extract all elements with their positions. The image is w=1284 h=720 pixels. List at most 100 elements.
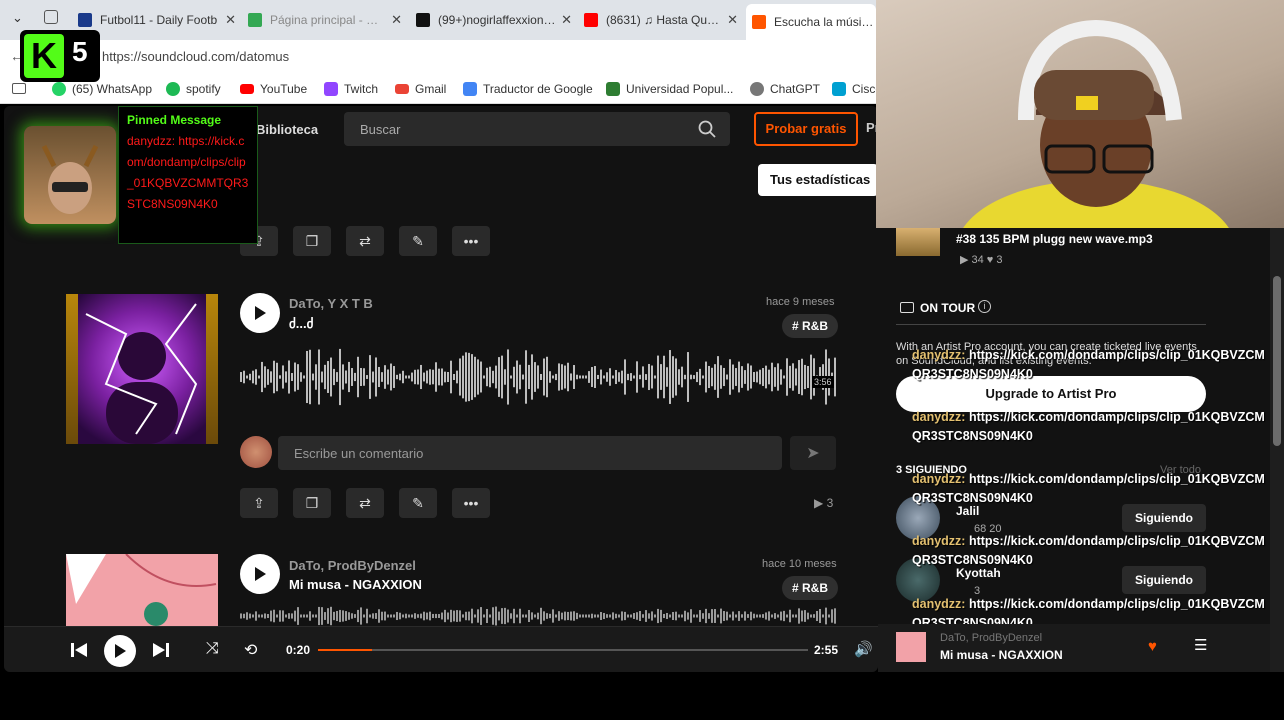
stats-popup[interactable]: Tus estadísticas [758,164,878,196]
waveform-bar [642,366,644,388]
repeat-icon[interactable]: ⟲ [244,640,257,660]
close-icon[interactable]: ✕ [557,12,572,28]
track-artwork[interactable] [66,554,218,634]
bookmark-whatsapp[interactable]: (65) WhatsApp [52,82,152,96]
waveform-bar [348,612,350,620]
play-button[interactable] [240,293,280,333]
copy-button[interactable]: ❐ [293,488,331,518]
copy-button[interactable]: ❐ [293,226,331,256]
tab-futbol11[interactable]: Futbol11 - Daily Footb ✕ [78,6,236,34]
bookmark-twitch[interactable]: Twitch [324,82,378,96]
waveform-bar [423,611,425,621]
track-artwork[interactable] [66,294,218,444]
track-artist[interactable]: DaTo, ProdByDenzel [289,558,416,573]
waveform-bar [264,366,266,388]
waveform-bar [819,608,821,624]
more-button[interactable]: ••• [452,488,490,518]
waveform-bar [591,367,593,387]
info-icon[interactable]: i [978,300,991,313]
waveform-bar [357,356,359,398]
now-playing-title[interactable]: Mi musa - NGAXXION [940,648,1063,662]
waveform-bar [339,348,341,406]
following-button[interactable]: Siguiendo [1122,504,1206,532]
waveform-bar [504,369,506,385]
bookmark-translate[interactable]: Traductor de Google [463,82,593,96]
track-title[interactable]: ძ...ძ [289,316,313,332]
waveform-bar [498,357,500,397]
play-button[interactable] [240,554,280,594]
waveform-bar [651,611,653,621]
tab-list-chevron-icon[interactable]: ⌄ [12,10,23,26]
tab-soundcloud[interactable]: Escucha la música de [746,4,876,40]
bookmark-university[interactable]: Universidad Popul... [606,82,733,96]
sidebar-track-title[interactable]: #38 135 BPM plugg new wave.mp3 [956,232,1153,246]
tab-youtube[interactable]: (8631) ♫ Hasta Que Te ✕ [584,6,738,34]
volume-icon[interactable]: 🔊 [854,640,873,658]
track-artist[interactable]: DaTo, Y X T B [289,296,373,311]
comment-input[interactable]: Escribe un comentario [278,436,782,470]
waveform-bar [774,613,776,619]
nav-library[interactable]: Biblioteca [256,122,318,137]
waveform-bar [276,362,278,392]
now-playing-artist[interactable]: DaTo, ProdByDenzel [940,632,1042,644]
waveform-bar [822,614,824,618]
waveform[interactable] [240,606,836,626]
waveform-bar [807,366,809,388]
following-button[interactable]: Siguiendo [1122,566,1206,594]
try-free-button[interactable]: Probar gratis [754,112,858,146]
bookmark-spotify[interactable]: spotify [166,82,221,96]
waveform-bar [765,612,767,620]
waveform-bar [696,614,698,618]
play-pause-button[interactable] [104,635,136,667]
waveform-bar [519,364,521,390]
tab-grid-icon[interactable] [44,10,58,24]
waveform-bar [267,369,269,385]
shuffle-icon[interactable]: ⤨ [206,640,219,658]
queue-icon[interactable]: ☰ [1194,636,1207,654]
repost-button[interactable]: ⇄ [346,226,384,256]
waveform-bar [540,373,542,381]
search-input[interactable]: Buscar [344,112,730,146]
edit-button[interactable]: ✎ [399,488,437,518]
waveform-bar [249,373,251,381]
repost-button[interactable]: ⇄ [346,488,384,518]
next-icon[interactable] [152,642,170,658]
send-comment-button[interactable]: ➤ [790,436,836,470]
waveform-bar [666,367,668,387]
sidebar-toggle-icon[interactable] [12,83,26,94]
waveform-bar [762,368,764,386]
waveform-bar [408,614,410,618]
progress-bar[interactable] [318,649,808,651]
now-playing-artwork[interactable] [896,632,926,662]
more-button[interactable]: ••• [452,226,490,256]
track-thumbnail[interactable] [896,228,940,256]
bookmark-youtube[interactable]: YouTube [240,82,307,96]
share-button[interactable]: ⇪ [240,488,278,518]
edit-button[interactable]: ✎ [399,226,437,256]
bookmark-cisco[interactable]: Cisco [832,82,882,96]
scrollbar[interactable] [1270,228,1284,672]
genre-tag[interactable]: # R&B [782,576,839,600]
search-icon[interactable] [698,120,716,138]
waveform-bar [567,362,569,392]
tab-tiktok[interactable]: (99+)nogirlaffexxion (@ ✕ [416,6,572,34]
waveform-bar [744,611,746,621]
waveform-bar [657,355,659,399]
close-icon[interactable]: ✕ [221,12,236,28]
waveform-bar [711,367,713,387]
waveform-bar [516,614,518,618]
heart-icon[interactable]: ♥ [1148,638,1157,655]
genre-tag[interactable]: # R&B [782,314,839,338]
waveform[interactable] [240,348,836,406]
previous-icon[interactable] [70,642,88,658]
waveform-bar [270,610,272,622]
bookmark-chatgpt[interactable]: ChatGPT [750,82,820,96]
waveform-bar [750,611,752,621]
url-field[interactable]: https://soundcloud.com/datomus [102,49,289,64]
close-icon[interactable]: ✕ [723,12,738,28]
bookmark-gmail[interactable]: Gmail [395,82,446,96]
close-icon[interactable]: ✕ [387,12,402,28]
waveform-bar [411,372,413,382]
track-title[interactable]: Mi musa - NGAXXION [289,577,422,592]
tab-google-drive[interactable]: Página principal - Goo ✕ [248,6,402,34]
